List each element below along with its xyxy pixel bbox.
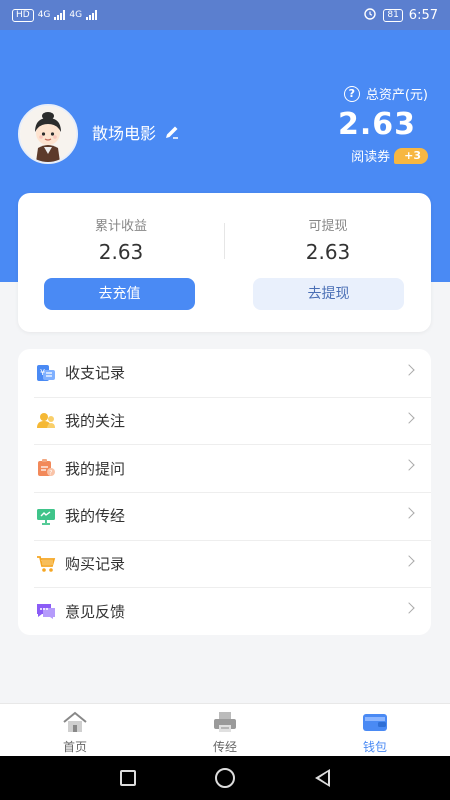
avatar[interactable] [18, 104, 78, 164]
assets-label-row: ? 总资产(元) [338, 84, 428, 103]
alarm-icon [363, 6, 377, 24]
clock: 6:57 [408, 7, 438, 23]
svg-text:?: ? [49, 470, 52, 477]
assets-label: 总资产(元) [365, 88, 428, 103]
username: 散场电影 [92, 124, 157, 143]
tab-label: 传经 [212, 740, 237, 754]
coupon-row[interactable]: 阅读券 +3 [338, 146, 428, 165]
home-icon [0, 710, 150, 734]
tab-share[interactable]: 传经 [150, 704, 300, 756]
chevron-right-icon [403, 555, 415, 567]
wallet-icon [300, 710, 450, 734]
recharge-button[interactable]: 去充值 [44, 278, 195, 310]
total-earnings-value: 2.63 [98, 240, 144, 264]
tab-wallet[interactable]: 钱包 [300, 704, 450, 756]
battery-level: 81 [383, 8, 403, 22]
chevron-right-icon [403, 459, 415, 472]
tab-home[interactable]: 首页 [0, 704, 150, 756]
printer-icon [150, 710, 300, 734]
menu-item-label: 我的提问 [65, 459, 126, 478]
follow-icon [36, 411, 56, 431]
menu-item-follow[interactable]: 我的关注 [18, 396, 431, 445]
status-right: 81 6:57 [363, 6, 438, 24]
withdrawable-value: 2.63 [305, 240, 351, 264]
signal-icon [86, 10, 98, 20]
menu-item-ledger[interactable]: ¥ 收支记录 [18, 349, 431, 397]
menu-item-share[interactable]: 我的传经 [18, 492, 431, 540]
coupon-label: 阅读券 [351, 150, 391, 165]
share-icon [36, 506, 56, 526]
chevron-right-icon [403, 602, 415, 615]
menu-item-label: 我的传经 [65, 507, 126, 526]
bottom-tab-bar: 首页 传经 钱包 [0, 703, 450, 756]
system-nav-bar [0, 756, 450, 800]
total-earnings: 累计收益 2.63 [18, 215, 224, 264]
edit-icon[interactable] [164, 124, 180, 140]
menu-item-label: 收支记录 [65, 364, 126, 383]
total-earnings-label: 累计收益 [94, 219, 147, 234]
menu-item-label: 意见反馈 [65, 602, 126, 621]
username-row[interactable]: 散场电影 [92, 120, 180, 144]
earnings-card: 累计收益 2.63 可提现 2.63 去充值 去提现 [18, 193, 431, 332]
menu-item-label: 我的关注 [65, 412, 126, 431]
chevron-right-icon [403, 412, 415, 424]
home-button-icon[interactable] [215, 768, 236, 788]
chevron-right-icon [403, 507, 415, 519]
status-left: HD 4G 4G [12, 8, 98, 22]
tab-label: 首页 [62, 740, 87, 754]
svg-text:¥: ¥ [40, 368, 45, 377]
chevron-right-icon [403, 364, 415, 376]
signal-icon [54, 10, 66, 20]
tab-label: 钱包 [362, 740, 387, 754]
network-type-2: 4G [69, 10, 83, 20]
menu-item-purchase[interactable]: 购买记录 [18, 539, 431, 588]
menu-item-question[interactable]: ? 我的提问 [18, 444, 431, 492]
hd-badge: HD [12, 8, 34, 22]
withdraw-button[interactable]: 去提现 [253, 278, 404, 310]
menu-item-feedback[interactable]: 意见反馈 [18, 587, 431, 635]
withdrawable: 可提现 2.63 [225, 215, 431, 264]
withdrawable-label: 可提现 [308, 219, 348, 234]
cart-icon [36, 554, 56, 574]
menu-item-label: 购买记录 [65, 555, 126, 574]
ledger-icon: ¥ [36, 363, 56, 383]
recent-apps-icon[interactable] [119, 770, 136, 786]
assets-value: 2.63 [337, 107, 416, 142]
network-type-1: 4G [37, 10, 51, 20]
help-icon[interactable]: ? [343, 85, 360, 102]
assets-summary: ? 总资产(元) 2.63 阅读券 +3 [338, 84, 428, 165]
question-icon: ? [36, 458, 56, 478]
menu-list: ¥ 收支记录 我的关注 ? 我的提问 我的传经 购买记录 意见反馈 [18, 349, 431, 635]
back-icon[interactable] [315, 769, 331, 787]
feedback-icon [36, 601, 56, 621]
coupon-badge: +3 [394, 147, 428, 164]
status-bar: HD 4G 4G 81 6:57 [0, 0, 450, 30]
